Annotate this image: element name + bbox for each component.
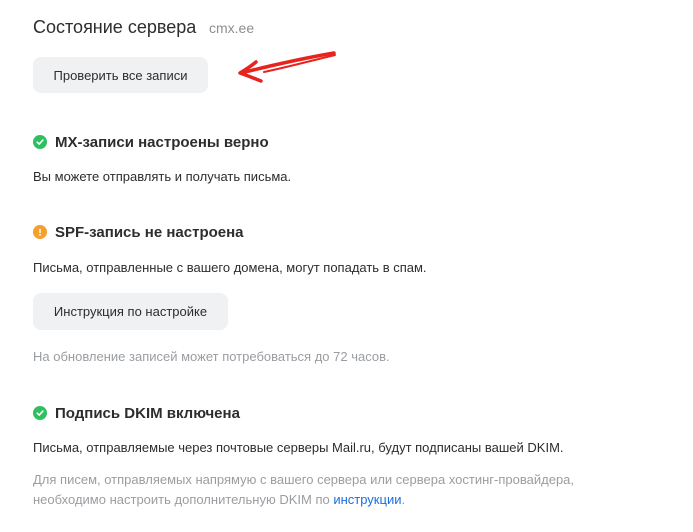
red-arrow-annotation xyxy=(238,51,336,83)
domain-label: cmx.ee xyxy=(209,20,255,36)
mx-description: Вы можете отправлять и получать письма. xyxy=(33,169,292,184)
spf-status-title: SPF-запись не настроена xyxy=(55,223,244,241)
dkim-note-line-1: Для писем, отправляемых напрямую с вашег… xyxy=(33,472,575,487)
dkim-status-row: Подпись DKIM включена xyxy=(33,402,240,424)
exclamation-icon xyxy=(33,225,47,239)
dkim-status-title: Подпись DKIM включена xyxy=(55,404,240,422)
dkim-description: Письма, отправляемые через почтовые серв… xyxy=(33,440,564,455)
spf-description: Письма, отправленные с вашего домена, мо… xyxy=(33,260,427,275)
update-time-note: На обновление записей может потребоватьс… xyxy=(33,349,390,364)
dkim-note-prefix: необходимо настроить дополнительную DKIM… xyxy=(33,492,334,507)
check-icon xyxy=(33,135,47,149)
dkim-instructions-link[interactable]: инструкции xyxy=(333,492,401,507)
mx-status-title: MX-записи настроены верно xyxy=(55,133,269,151)
dkim-note-suffix: . xyxy=(401,492,406,507)
spf-status-row: SPF-запись не настроена xyxy=(33,221,244,243)
dkim-note: Для писем, отправляемых напрямую с вашег… xyxy=(33,470,574,510)
page-title: Состояние сервера xyxy=(33,17,197,37)
check-all-records-button[interactable]: Проверить все записи xyxy=(33,57,208,93)
check-icon xyxy=(33,406,47,420)
dkim-note-line-2: необходимо настроить дополнительную DKIM… xyxy=(33,490,574,510)
mx-status-row: MX-записи настроены верно xyxy=(33,131,269,153)
setup-instructions-button[interactable]: Инструкция по настройке xyxy=(33,293,228,330)
